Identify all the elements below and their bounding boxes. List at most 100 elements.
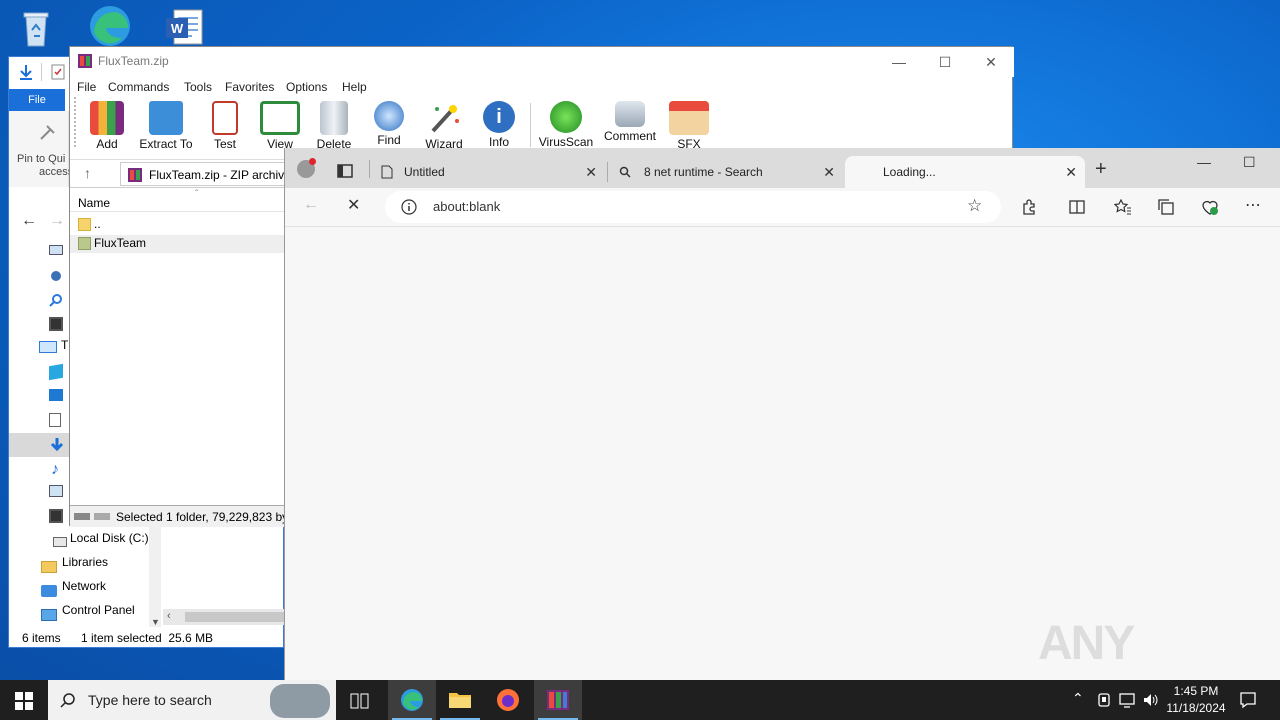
favorite-star-icon[interactable]: ☆ — [967, 196, 982, 216]
comment-button[interactable]: Comment — [601, 99, 659, 149]
network-icon[interactable] — [41, 585, 57, 597]
test-button[interactable]: Test — [196, 99, 254, 151]
close-button[interactable]: ✕ — [968, 47, 1014, 77]
trash-icon — [320, 101, 348, 135]
pin-quick-access-button[interactable]: Pin to Qui access — [9, 111, 73, 187]
tab-search[interactable]: 8 net runtime - Search ✕ — [611, 156, 843, 188]
forward-arrow-icon[interactable]: → — [49, 212, 65, 230]
file-tab[interactable]: File — [9, 89, 65, 111]
list-item-selected[interactable]: FluxTeam — [70, 235, 285, 253]
tab-loading[interactable]: Loading... ✕ — [845, 156, 1085, 188]
extract-to-button[interactable]: Extract To — [137, 99, 195, 151]
taskbar-firefox-button[interactable] — [484, 680, 532, 720]
this-pc-icon[interactable] — [39, 341, 57, 353]
tray-overflow-icon[interactable]: ⌃ — [1072, 690, 1084, 707]
libraries-label[interactable]: Libraries — [62, 555, 108, 569]
documents-icon[interactable] — [49, 413, 61, 427]
url-text[interactable]: about:blank — [433, 199, 500, 214]
menu-commands[interactable]: Commands — [108, 80, 169, 94]
tray-device-icon[interactable] — [1096, 692, 1112, 708]
horizontal-scrollbar[interactable]: ‹ — [163, 609, 285, 625]
collections-icon[interactable] — [1158, 199, 1174, 215]
desktop-folder-icon[interactable] — [49, 245, 63, 255]
window-minimize-button[interactable]: — — [1197, 154, 1211, 170]
taskbar-edge-button[interactable] — [388, 680, 436, 720]
videos-icon[interactable] — [49, 509, 63, 523]
libraries-icon[interactable] — [41, 561, 57, 573]
music-icon[interactable]: ♪ — [51, 461, 59, 479]
path-field[interactable]: FluxTeam.zip - ZIP archive — [120, 162, 300, 186]
wizard-button[interactable]: Wizard — [415, 99, 473, 151]
local-disk-label[interactable]: Local Disk (C:) — [70, 531, 149, 545]
menu-file[interactable]: File — [77, 80, 96, 94]
3d-objects-icon[interactable] — [49, 363, 63, 381]
control-panel-label[interactable]: Control Panel — [62, 603, 135, 617]
minimize-button[interactable]: — — [876, 47, 922, 77]
control-panel-icon[interactable] — [41, 609, 57, 621]
window-maximize-button[interactable]: ☐ — [1243, 154, 1256, 171]
notifications-icon[interactable] — [1239, 691, 1257, 709]
back-arrow-icon[interactable]: ← — [21, 212, 37, 230]
delete-button[interactable]: Delete — [305, 99, 363, 151]
network-label[interactable]: Network — [62, 579, 106, 593]
url-bar[interactable]: about:blank ☆ — [385, 191, 1001, 223]
videos-folder-icon[interactable] — [49, 317, 63, 331]
sfx-button[interactable]: SFX — [660, 99, 718, 151]
menu-tools[interactable]: Tools — [184, 80, 212, 94]
edge-desktop-icon[interactable] — [88, 4, 130, 46]
tab-close-icon[interactable]: ✕ — [585, 156, 597, 188]
stop-loading-icon[interactable]: ✕ — [347, 195, 360, 215]
browser-essentials-icon[interactable] — [1201, 198, 1219, 216]
windows-start-icon[interactable] — [15, 692, 33, 710]
menu-favorites[interactable]: Favorites — [225, 80, 274, 94]
desktop-icon[interactable] — [49, 389, 63, 401]
profile-icon[interactable] — [297, 158, 316, 178]
virusscan-button[interactable]: VirusScan — [537, 99, 595, 149]
tab-close-icon[interactable]: ✕ — [823, 156, 835, 188]
this-pc-label[interactable]: T — [61, 338, 68, 352]
find-button[interactable]: Find — [360, 99, 418, 149]
add-button[interactable]: Add — [78, 99, 136, 151]
info-circle-icon[interactable] — [401, 199, 417, 215]
tab-actions-icon[interactable] — [337, 163, 353, 179]
scroll-thumb[interactable] — [185, 612, 285, 622]
tree-scrollbar[interactable]: ▼ — [149, 527, 161, 627]
task-view-icon[interactable] — [350, 692, 370, 710]
up-arrow-icon[interactable]: ↑ — [84, 165, 91, 181]
word-document-icon[interactable]: W — [164, 8, 204, 48]
taskbar-clock[interactable]: 1:45 PM 11/18/2024 — [1160, 683, 1232, 717]
maximize-button[interactable]: ☐ — [922, 47, 968, 77]
taskbar-search-box[interactable]: Type here to search — [48, 680, 336, 720]
recycle-bin-icon[interactable] — [16, 8, 56, 48]
menu-help[interactable]: Help — [342, 80, 367, 94]
info-button[interactable]: i Info — [470, 99, 528, 149]
puzzle-icon[interactable] — [49, 269, 63, 281]
extensions-icon[interactable] — [1021, 199, 1037, 215]
network-tray-icon[interactable] — [1118, 692, 1136, 708]
name-column-header[interactable]: Name ˆ — [70, 188, 285, 212]
search-folder-icon[interactable] — [49, 293, 63, 307]
taskbar-winrar-button[interactable] — [534, 680, 582, 720]
scroll-down-icon[interactable]: ▼ — [151, 617, 160, 627]
winrar-icon — [547, 690, 569, 710]
list-item[interactable]: .. — [70, 216, 285, 234]
split-screen-icon[interactable] — [1069, 199, 1085, 215]
new-tab-icon[interactable]: + — [1095, 158, 1107, 181]
view-button[interactable]: View — [251, 99, 309, 151]
more-options-icon[interactable]: ⋯ — [1245, 195, 1262, 215]
search-icon — [619, 166, 631, 178]
back-icon[interactable]: ← — [303, 196, 319, 214]
folder-icon — [449, 693, 471, 708]
drive-icons — [74, 513, 110, 520]
tab-untitled[interactable]: Untitled ✕ — [373, 156, 605, 188]
menu-options[interactable]: Options — [286, 80, 327, 94]
taskbar-file-explorer-button[interactable] — [436, 680, 484, 720]
info-label: Info — [488, 135, 509, 149]
volume-icon[interactable] — [1142, 692, 1160, 708]
favorites-icon[interactable] — [1114, 199, 1132, 215]
tab-close-icon[interactable]: ✕ — [1065, 156, 1077, 188]
scroll-left-icon[interactable]: ‹ — [167, 610, 171, 622]
properties-icon[interactable] — [49, 63, 67, 81]
pictures-icon[interactable] — [49, 485, 63, 497]
disk-icon[interactable] — [53, 537, 67, 547]
